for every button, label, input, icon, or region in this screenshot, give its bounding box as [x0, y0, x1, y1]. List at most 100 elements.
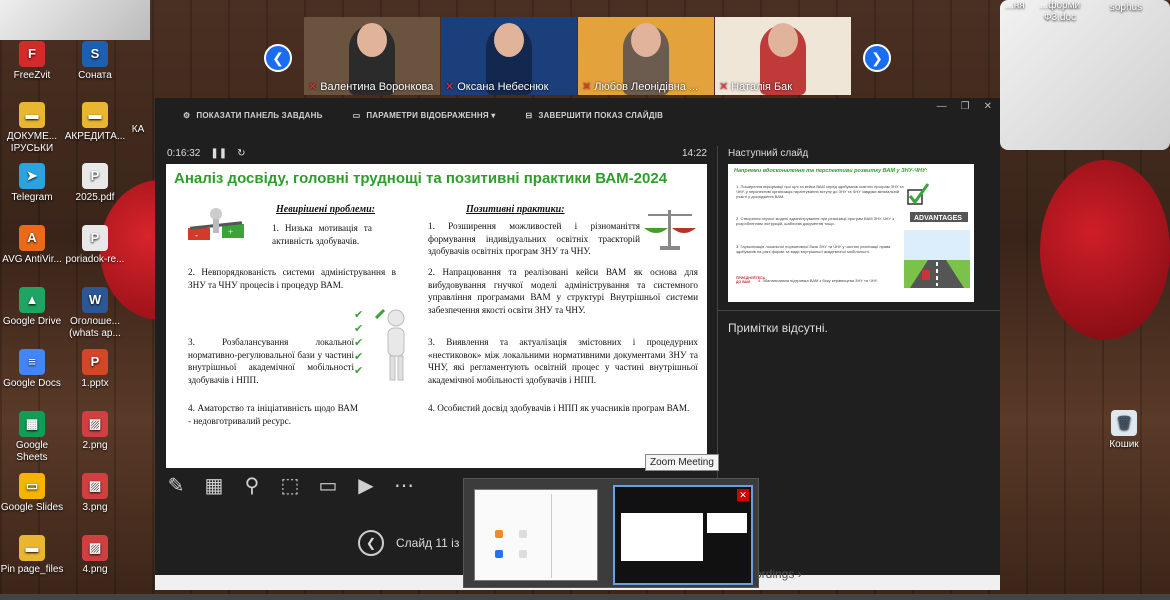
advantages-icon: ADVANTAGES — [907, 183, 968, 222]
desktop-icon[interactable]: P 2025.pdf — [63, 163, 127, 204]
desktop-icon-file[interactable]: ...ня — [995, 0, 1035, 12]
close-preview-icon[interactable]: ✕ — [737, 489, 749, 501]
pdf-icon: P — [82, 163, 108, 189]
practice-item: 3. Виявлення та актуалізація змістовних … — [428, 337, 698, 385]
presenter-toolbar: ⚙ ПОКАЗАТИ ПАНЕЛЬ ЗАВДАНЬ ▭ ПАРАМЕТРИ ВІ… — [155, 98, 1000, 132]
google-drive-icon: ▲ — [19, 287, 45, 313]
chevron-right-icon: ❯ — [871, 49, 883, 66]
window-preview-zoom[interactable] — [474, 489, 598, 581]
clock: 14:22 — [681, 148, 707, 159]
display-settings-button[interactable]: ▭ ПАРАМЕТРИ ВІДОБРАЖЕННЯ ▾ — [353, 111, 496, 120]
speaker-notes: Примітки відсутні. — [728, 321, 828, 335]
zoom-magnifier-icon[interactable]: ⚲ — [241, 474, 263, 497]
problem-item: 3. Розбалансування локальної нормативно-… — [188, 337, 354, 385]
sonata-icon: S — [82, 41, 108, 67]
participant-video-tile[interactable]: ✕ Наталія Бак — [715, 17, 851, 95]
close-icon[interactable]: ✕ — [984, 101, 992, 112]
desktop-icon-doc[interactable]: ...форми Ф3.doc — [1030, 0, 1090, 24]
desktop-icon-recycle-bin[interactable]: 🗑 Кошик — [1092, 410, 1156, 451]
desktop-icon[interactable]: ≡ Google Docs — [0, 349, 64, 390]
svg-text:✔: ✔ — [354, 309, 363, 321]
pointer-icon[interactable]: ⬚ — [279, 474, 301, 497]
desktop-icon[interactable]: P 1.pptx — [63, 349, 127, 390]
desktop-icon[interactable]: ▬ ДОКУМЕ... ІРУСЬКИ — [0, 102, 64, 155]
end-show-icon: ⊟ — [525, 110, 533, 120]
end-slideshow-button[interactable]: ⊟ ЗАВЕРШИТИ ПОКАЗ СЛАЙДІВ — [525, 111, 663, 120]
svg-text:✔: ✔ — [354, 323, 363, 335]
desktop-icon[interactable]: ▨ 4.png — [63, 535, 127, 576]
problems-header: Невирішені проблеми: — [276, 204, 375, 215]
desktop-icon-label: 1.pptx — [81, 378, 109, 389]
gift-box-decoration — [0, 0, 150, 40]
balance-scale-icon: - + — [188, 208, 244, 240]
participant-video-tile[interactable]: ✕ Валентина Воронкова — [304, 17, 440, 95]
restore-icon[interactable]: ❐ — [961, 101, 970, 112]
participant-name: ✕ Валентина Воронкова — [308, 81, 434, 93]
reset-timer-icon[interactable]: ↻ — [237, 148, 245, 159]
desktop-icon[interactable]: ▬ АКРЕДИТА... — [63, 102, 127, 143]
desktop-icon[interactable]: W Оголоше... (whats ap... — [63, 287, 127, 340]
participant-video-tile[interactable]: ✕ Любов Леонідівна ... — [578, 17, 714, 95]
participant-name: ✕ Любов Леонідівна ... — [582, 81, 699, 93]
folder-icon: ▬ — [82, 102, 108, 128]
pen-tool-icon[interactable]: ✎ — [165, 474, 187, 497]
taskbar — [0, 594, 1170, 600]
participant-video-tile[interactable]: ✕ Оксана Небеснюк — [441, 17, 577, 95]
timer-row: 0:16:32 ❚❚ ↻ 14:22 — [167, 148, 707, 159]
next-slide-label: Наступний слайд — [728, 148, 809, 159]
desktop-icon-label: Соната — [78, 70, 112, 81]
practice-item: 4. Особистий досвід здобувачів і НПП як … — [428, 403, 690, 413]
desktop-icon[interactable]: ▨ 2.png — [63, 411, 127, 452]
desktop-icon[interactable]: Pporiadok-re... — [63, 225, 127, 266]
participant-name: ✕ Оксана Небеснюк — [445, 81, 549, 93]
window-preview-presenter[interactable]: ✕ — [613, 485, 753, 585]
checklist-figure-icon: ✔ ✔ ✔ ✔ ✔ — [354, 308, 405, 381]
participant-head — [357, 23, 387, 57]
see-all-slides-icon[interactable]: ▦ — [203, 474, 225, 497]
word-doc-icon: W — [82, 287, 108, 313]
road-icon — [904, 230, 970, 288]
app-tile-icon — [519, 530, 527, 538]
recordings-link[interactable]: ordings › — [755, 567, 802, 581]
participant-name: ✕ Наталія Бак — [719, 81, 793, 93]
desktop-icon[interactable]: ▨ 3.png — [63, 473, 127, 514]
desktop-icon[interactable]: S Соната — [63, 41, 127, 82]
slide-title: Аналіз досвіду, головні труднощі та пози… — [174, 170, 668, 187]
window-switcher: ✕ — [463, 478, 759, 588]
desktop-icon[interactable]: ▭ Google Slides — [0, 473, 64, 514]
desktop-icon-label: 2.png — [82, 440, 108, 451]
desktop-icon-label: 4.png — [82, 564, 108, 575]
desktop-icon[interactable]: F FreeZvit — [0, 41, 64, 82]
chevron-left-icon: ❮ — [365, 536, 377, 550]
freezvit-icon: F — [19, 41, 45, 67]
more-options-icon[interactable]: ⋯ — [393, 474, 415, 497]
desktop-icon[interactable]: ▬ Pin page_files — [0, 535, 64, 576]
next-slide-line: 3. Гармонізація локальної нормативної ба… — [736, 244, 891, 254]
preview-next-slide — [707, 513, 747, 533]
camera-icon[interactable]: ▶ — [355, 474, 377, 497]
show-taskbar-button[interactable]: ⚙ ПОКАЗАТИ ПАНЕЛЬ ЗАВДАНЬ — [183, 111, 323, 120]
vam-logo: ПРИЄДНУЙТЕСЬ ДО ВАМ — [736, 276, 766, 284]
pause-icon[interactable]: ❚❚ — [210, 148, 227, 159]
desktop-icon-label: Google Drive — [2, 316, 62, 327]
image-file-icon: ▨ — [82, 473, 108, 499]
practice-item: 1. Розширення можливостей і різноманіття… — [428, 221, 640, 256]
desktop-icon-label: Оголоше... (whats ap... — [69, 316, 121, 339]
next-slide-title: Напрямки вдосконалення та перспективи ро… — [734, 168, 928, 174]
desktop-icon[interactable]: ▲ Google Drive — [0, 287, 64, 328]
desktop-icon[interactable]: ▦ Google Sheets — [0, 411, 64, 464]
practice-item: 2. Напрацювання та реалізовані кейси ВАМ… — [428, 267, 698, 315]
minimize-icon[interactable]: — — [937, 101, 947, 112]
pdf-icon: P — [82, 225, 108, 251]
desktop-icon-label: Pin page_files — [0, 564, 64, 575]
subtitles-icon[interactable]: ▭ — [317, 474, 339, 497]
desktop-icon-sophus[interactable]: sophus — [1096, 2, 1156, 14]
pptx-icon: P — [82, 349, 108, 375]
video-prev-button[interactable]: ❮ — [264, 44, 292, 72]
problem-item: 4. Аматорство та ініціативність щодо ВАМ… — [188, 403, 358, 426]
video-next-button[interactable]: ❯ — [863, 44, 891, 72]
desktop-icon[interactable]: A AVG AntiVir... — [0, 225, 64, 266]
next-slide-thumbnail[interactable]: Напрямки вдосконалення та перспективи ро… — [728, 164, 974, 302]
previous-slide-button[interactable]: ❮ — [358, 530, 384, 556]
desktop-icon[interactable]: ➤ Telegram — [0, 163, 64, 204]
